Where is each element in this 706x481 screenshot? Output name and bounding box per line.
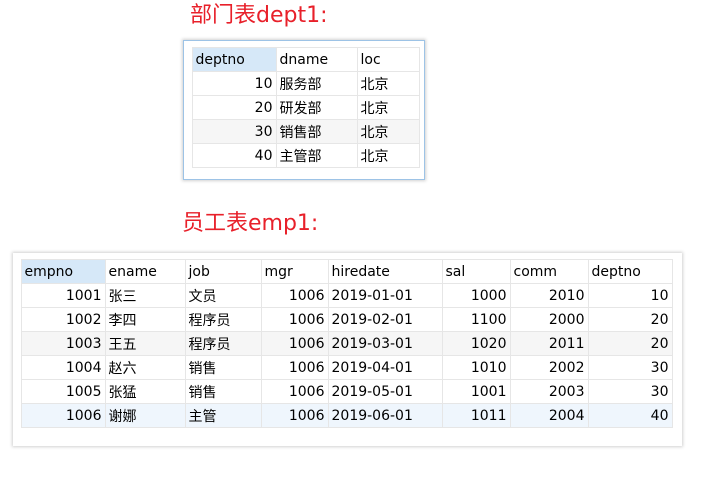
table-row[interactable]: 1001 张三 文员 1006 2019-01-01 1000 2010 10	[18, 283, 673, 308]
cell-dname[interactable]: 主管部	[275, 143, 358, 168]
column-header-sal[interactable]: sal	[441, 259, 511, 284]
row-indicator[interactable]	[189, 143, 192, 168]
row-indicator[interactable]	[18, 283, 21, 308]
table-row[interactable]: 40 主管部 北京	[189, 143, 420, 168]
cell-mgr[interactable]: 1006	[260, 283, 329, 308]
cell-empno[interactable]: 1004	[20, 355, 106, 380]
cell-sal[interactable]: 1010	[441, 355, 511, 380]
cell-hiredate[interactable]: 2019-04-01	[327, 355, 443, 380]
table-row[interactable]: 20 研发部 北京	[189, 95, 420, 120]
cell-deptno[interactable]: 40	[587, 403, 673, 428]
column-header-hiredate[interactable]: hiredate	[327, 259, 443, 284]
cell-sal[interactable]: 1011	[441, 403, 511, 428]
cell-sal[interactable]: 1100	[441, 307, 511, 332]
cell-hiredate[interactable]: 2019-02-01	[327, 307, 443, 332]
cell-ename[interactable]: 王五	[104, 331, 186, 356]
cell-loc[interactable]: 北京	[356, 95, 420, 120]
cell-deptno[interactable]: 40	[191, 143, 277, 168]
table-row[interactable]: 1004 赵六 销售 1006 2019-04-01 1010 2002 30	[18, 355, 673, 380]
column-header-deptno[interactable]: deptno	[587, 259, 673, 284]
cell-deptno[interactable]: 30	[191, 119, 277, 144]
row-indicator[interactable]	[18, 379, 21, 404]
cell-empno[interactable]: 1003	[20, 331, 106, 356]
table-row[interactable]: 1003 王五 程序员 1006 2019-03-01 1020 2011 20	[18, 331, 673, 356]
cell-empno[interactable]: 1006	[20, 403, 106, 428]
emp-table: empno ename job mgr hiredate sal comm de…	[18, 259, 673, 428]
cell-dname[interactable]: 销售部	[275, 119, 358, 144]
table-row[interactable]: 10 服务部 北京	[189, 71, 420, 96]
cell-deptno[interactable]: 10	[191, 71, 277, 96]
cell-mgr[interactable]: 1006	[260, 355, 329, 380]
column-header-comm[interactable]: comm	[509, 259, 589, 284]
cell-comm[interactable]: 2002	[509, 355, 589, 380]
row-indicator[interactable]	[189, 71, 192, 96]
column-header-deptno[interactable]: deptno	[191, 47, 277, 72]
cell-job[interactable]: 文员	[184, 283, 262, 308]
cell-job[interactable]: 程序员	[184, 331, 262, 356]
row-indicator[interactable]	[18, 355, 21, 380]
cell-mgr[interactable]: 1006	[260, 379, 329, 404]
column-header-job[interactable]: job	[184, 259, 262, 284]
cell-deptno[interactable]: 20	[191, 95, 277, 120]
row-indicator[interactable]	[18, 307, 21, 332]
cell-deptno[interactable]: 10	[587, 283, 673, 308]
cell-job[interactable]: 主管	[184, 403, 262, 428]
cell-comm[interactable]: 2004	[509, 403, 589, 428]
cell-ename[interactable]: 张三	[104, 283, 186, 308]
cell-comm[interactable]: 2011	[509, 331, 589, 356]
column-header-loc[interactable]: loc	[356, 47, 420, 72]
cell-ename[interactable]: 谢娜	[104, 403, 186, 428]
cell-empno[interactable]: 1001	[20, 283, 106, 308]
dept-result-grid: deptno dname loc 10 服务部 北京 20 研发部 北京 30 …	[183, 40, 425, 180]
row-header-corner	[18, 259, 21, 284]
row-indicator[interactable]	[189, 119, 192, 144]
cell-hiredate[interactable]: 2019-03-01	[327, 331, 443, 356]
column-header-dname[interactable]: dname	[275, 47, 358, 72]
cell-hiredate[interactable]: 2019-06-01	[327, 403, 443, 428]
cell-deptno[interactable]: 20	[587, 331, 673, 356]
dept-table-caption: 部门表dept1:	[190, 3, 328, 28]
cell-job[interactable]: 销售	[184, 379, 262, 404]
cell-empno[interactable]: 1002	[20, 307, 106, 332]
table-row[interactable]: 1005 张猛 销售 1006 2019-05-01 1001 2003 30	[18, 379, 673, 404]
cell-comm[interactable]: 2010	[509, 283, 589, 308]
cell-job[interactable]: 程序员	[184, 307, 262, 332]
row-header-corner	[189, 47, 192, 72]
row-indicator[interactable]	[18, 331, 21, 356]
cell-deptno[interactable]: 30	[587, 379, 673, 404]
column-header-mgr[interactable]: mgr	[260, 259, 329, 284]
emp-table-caption: 员工表emp1:	[182, 211, 319, 236]
cell-ename[interactable]: 李四	[104, 307, 186, 332]
column-header-ename[interactable]: ename	[104, 259, 186, 284]
row-indicator[interactable]	[18, 403, 21, 428]
cell-ename[interactable]: 赵六	[104, 355, 186, 380]
cell-loc[interactable]: 北京	[356, 143, 420, 168]
cell-job[interactable]: 销售	[184, 355, 262, 380]
table-row[interactable]: 1006 谢娜 主管 1006 2019-06-01 1011 2004 40	[18, 403, 673, 428]
cell-dname[interactable]: 服务部	[275, 71, 358, 96]
column-header-empno[interactable]: empno	[20, 259, 106, 284]
cell-comm[interactable]: 2000	[509, 307, 589, 332]
emp-result-grid: empno ename job mgr hiredate sal comm de…	[13, 253, 682, 446]
cell-sal[interactable]: 1020	[441, 331, 511, 356]
row-indicator[interactable]	[189, 95, 192, 120]
cell-sal[interactable]: 1001	[441, 379, 511, 404]
cell-mgr[interactable]: 1006	[260, 403, 329, 428]
cell-loc[interactable]: 北京	[356, 119, 420, 144]
table-row[interactable]: 30 销售部 北京	[189, 119, 420, 144]
cell-sal[interactable]: 1000	[441, 283, 511, 308]
cell-ename[interactable]: 张猛	[104, 379, 186, 404]
dept-table: deptno dname loc 10 服务部 北京 20 研发部 北京 30 …	[189, 47, 420, 168]
cell-empno[interactable]: 1005	[20, 379, 106, 404]
cell-hiredate[interactable]: 2019-05-01	[327, 379, 443, 404]
cell-hiredate[interactable]: 2019-01-01	[327, 283, 443, 308]
cell-dname[interactable]: 研发部	[275, 95, 358, 120]
cell-mgr[interactable]: 1006	[260, 331, 329, 356]
table-row[interactable]: 1002 李四 程序员 1006 2019-02-01 1100 2000 20	[18, 307, 673, 332]
cell-loc[interactable]: 北京	[356, 71, 420, 96]
cell-comm[interactable]: 2003	[509, 379, 589, 404]
cell-mgr[interactable]: 1006	[260, 307, 329, 332]
cell-deptno[interactable]: 20	[587, 307, 673, 332]
cell-deptno[interactable]: 30	[587, 355, 673, 380]
